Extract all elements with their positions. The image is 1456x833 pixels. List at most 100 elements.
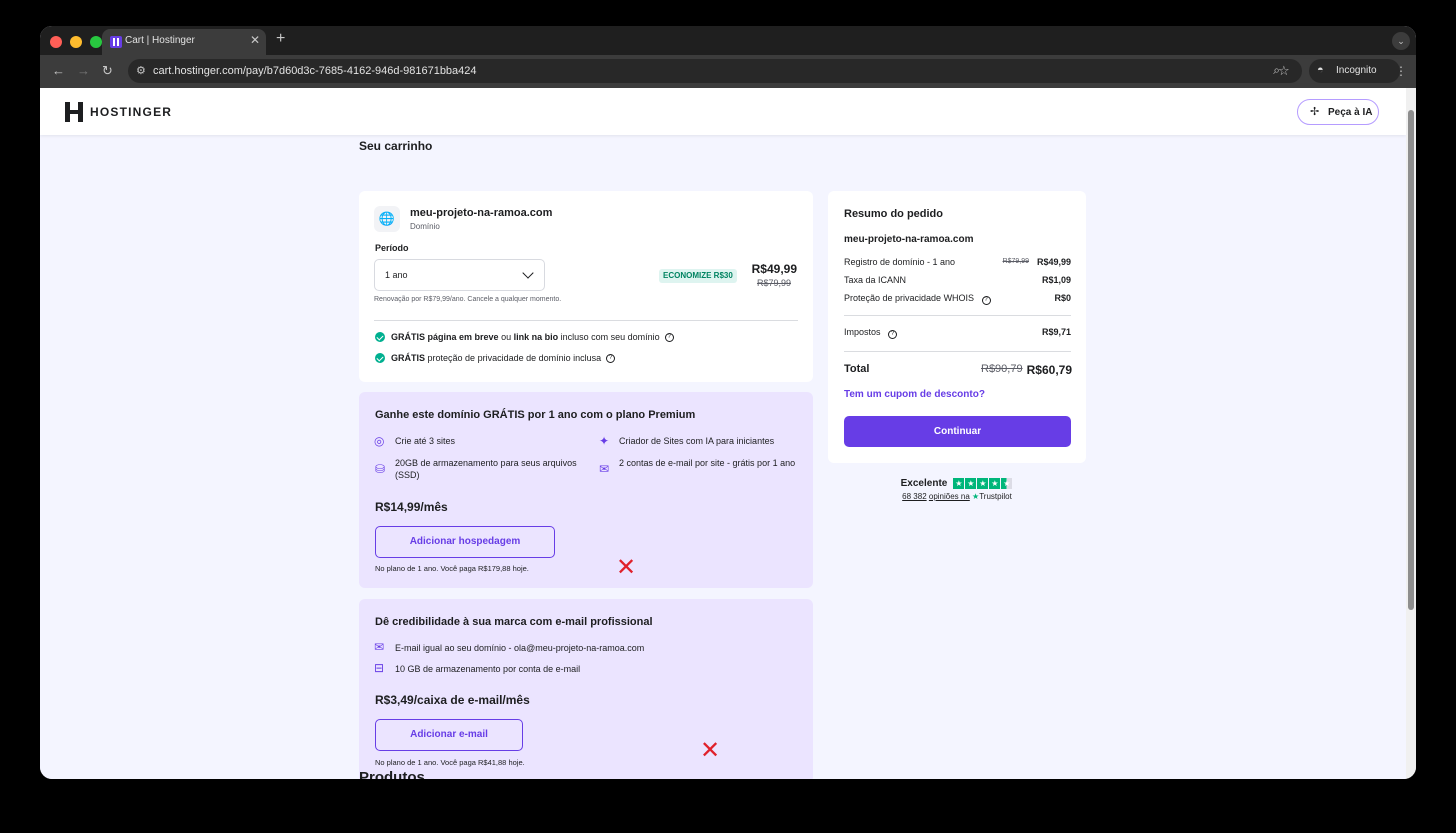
help-icon[interactable]: ? <box>888 330 898 339</box>
row-old-price: R$79,99 <box>1002 258 1029 265</box>
help-icon[interactable]: ? <box>664 332 674 342</box>
add-email-button[interactable]: Adicionar e-mail <box>375 719 523 751</box>
summary-row-whois: Proteção de privacidade WHOIS ? R$0 <box>844 293 1071 305</box>
period-value: 1 ano <box>385 270 408 280</box>
period-select[interactable]: 1 ano <box>374 259 545 291</box>
coupon-link[interactable]: Tem um cupom de desconto? <box>844 389 985 400</box>
total-old: R$90,79 <box>981 363 1023 375</box>
row-label: Proteção de privacidade WHOIS <box>844 293 975 303</box>
feature-storage: 20GB de armazenamento para seus arquivos… <box>395 458 577 480</box>
feature-sites: Crie até 3 sites <box>395 436 456 446</box>
back-icon[interactable]: ← <box>52 63 65 78</box>
email-note: No plano de 1 ano. Você paga R$41,88 hoj… <box>375 758 525 767</box>
row-value: R$9,71 <box>1041 327 1071 337</box>
row-label: Taxa da ICANN <box>844 275 907 285</box>
maximize-window-button[interactable] <box>90 36 102 48</box>
feature-email: 2 contas de e-mail por site - grátis por… <box>619 458 796 468</box>
cart-title: Seu carrinho <box>359 139 433 153</box>
bookmark-star-icon[interactable]: ☆ <box>1278 63 1290 79</box>
ai-icon: ✢ <box>1310 106 1320 118</box>
browser-toolbar: ← → ↻ ⚙ cart.hostinger.com/pay/b7d60d3c-… <box>40 55 1416 88</box>
star-icon: ★ <box>977 478 989 489</box>
period-label: Período <box>375 243 409 253</box>
tab-search-icon[interactable]: ⌄ <box>1392 32 1410 50</box>
half-star-icon: ★ <box>1001 478 1013 489</box>
feature-domain-email: E-mail igual ao seu domínio - ola@meu-pr… <box>395 643 645 653</box>
hosting-price: R$14,99/mês <box>375 500 448 514</box>
help-icon[interactable]: ? <box>606 353 616 363</box>
close-window-button[interactable] <box>50 36 62 48</box>
perk-privacy-text: proteção de privacidade de domínio inclu… <box>427 353 602 363</box>
trustpilot-stars: ★ ★ ★ ★ ★ <box>953 478 1013 489</box>
logo-text: HOSTINGER <box>90 105 173 119</box>
trustpilot-widget[interactable]: Excelente ★ ★ ★ ★ ★ 68 382 opiniões na ★… <box>828 478 1086 501</box>
scrollbar-thumb[interactable] <box>1408 110 1414 610</box>
renewal-note: Renovação por R$79,99/ano. Cancele a qua… <box>374 296 562 303</box>
help-icon[interactable]: ? <box>981 296 991 305</box>
database-icon: ⛁ <box>375 462 386 476</box>
browser-menu-icon[interactable]: ⋮ <box>1395 64 1407 78</box>
tab-strip: Cart | Hostinger ✕ + ⌄ <box>40 26 1416 55</box>
address-bar[interactable]: ⚙ cart.hostinger.com/pay/b7d60d3c-7685-4… <box>128 59 1302 83</box>
hostinger-logo[interactable]: HOSTINGER <box>65 102 172 122</box>
inbox-icon: ⊟ <box>374 661 385 675</box>
star-icon: ★ <box>989 478 1001 489</box>
trustpilot-brand: Trustpilot <box>979 492 1012 501</box>
site-settings-icon[interactable]: ⚙ <box>136 64 146 77</box>
feature-email-storage: 10 GB de armazenamento por conta de e-ma… <box>395 664 581 674</box>
rating-word: Excelente <box>900 478 948 489</box>
close-tab-icon[interactable]: ✕ <box>250 33 260 47</box>
perk-free-label: GRÁTIS <box>391 332 426 342</box>
summary-domain: meu-projeto-na-ramoa.com <box>844 234 974 245</box>
check-circle-icon <box>375 332 385 342</box>
divider <box>374 320 798 321</box>
ask-ai-button[interactable]: ✢ Peça à IA <box>1297 99 1379 125</box>
domain-type: Domínio <box>410 222 440 231</box>
order-summary-card: Resumo do pedido meu-projeto-na-ramoa.co… <box>828 191 1086 463</box>
star-icon: ★ <box>953 478 965 489</box>
hostinger-logo-icon <box>65 102 83 122</box>
total-value: R$60,79 <box>1026 363 1072 377</box>
divider <box>844 315 1071 316</box>
minimize-window-button[interactable] <box>70 36 82 48</box>
tab-cart[interactable]: Cart | Hostinger ✕ <box>102 29 266 55</box>
url-text[interactable]: cart.hostinger.com/pay/b7d60d3c-7685-416… <box>153 65 477 77</box>
mail-icon: ✉ <box>374 640 385 654</box>
forward-icon[interactable]: → <box>77 63 90 78</box>
row-label: Registro de domínio - 1 ano <box>844 257 956 267</box>
hostinger-favicon-icon <box>110 36 122 48</box>
reviews-count[interactable]: 68 382 <box>902 492 926 501</box>
next-section-heading: Produtos <box>359 769 425 779</box>
row-label: Impostos <box>844 327 881 337</box>
continue-button[interactable]: Continuar <box>844 416 1071 447</box>
red-x-annotation-icon: ✕ <box>616 554 637 581</box>
hosting-promo-card: Ganhe este domínio GRÁTIS por 1 ano com … <box>359 392 813 588</box>
hosting-note: No plano de 1 ano. Você paga R$179,88 ho… <box>375 564 529 573</box>
row-value: R$0 <box>1054 293 1071 303</box>
ask-ai-label: Peça à IA <box>1328 107 1373 118</box>
new-tab-icon[interactable]: + <box>276 30 285 48</box>
incognito-indicator[interactable]: ◓ Incognito <box>1309 59 1400 83</box>
domain-price: R$49,99 <box>751 262 797 276</box>
total-label: Total <box>844 363 870 375</box>
reviews-suffix[interactable]: opiniões na <box>929 492 970 501</box>
mail-icon: ✉ <box>599 462 610 476</box>
email-promo-card: Dê credibilidade à sua marca com e-mail … <box>359 599 813 779</box>
summary-row-icann: Taxa da ICANN R$1,09 <box>844 275 1071 285</box>
summary-row-taxes: Impostos ? R$9,71 <box>844 327 1071 339</box>
browser-window: Cart | Hostinger ✕ + ⌄ ← → ↻ ⚙ cart.host… <box>40 26 1416 779</box>
sparkles-icon: ✦ <box>599 434 610 448</box>
perk-link-in-bio: link na bio <box>513 332 559 342</box>
check-circle-icon <box>375 353 385 363</box>
perk-free-label: GRÁTIS <box>391 353 426 363</box>
chevron-down-icon <box>522 267 534 279</box>
summary-row-registration: Registro de domínio - 1 ano R$79,99 R$49… <box>844 257 1071 267</box>
red-x-annotation-icon: ✕ <box>700 737 721 764</box>
star-icon: ★ <box>965 478 977 489</box>
incognito-icon: ◓ <box>1317 64 1324 76</box>
page-scrollbar[interactable] <box>1406 88 1416 779</box>
reload-icon[interactable]: ↻ <box>102 63 113 79</box>
add-hosting-button[interactable]: Adicionar hospedagem <box>375 526 555 558</box>
email-price: R$3,49/caixa de e-mail/mês <box>375 693 530 707</box>
perk-privacy: GRÁTIS proteção de privacidade de domíni… <box>375 353 616 363</box>
